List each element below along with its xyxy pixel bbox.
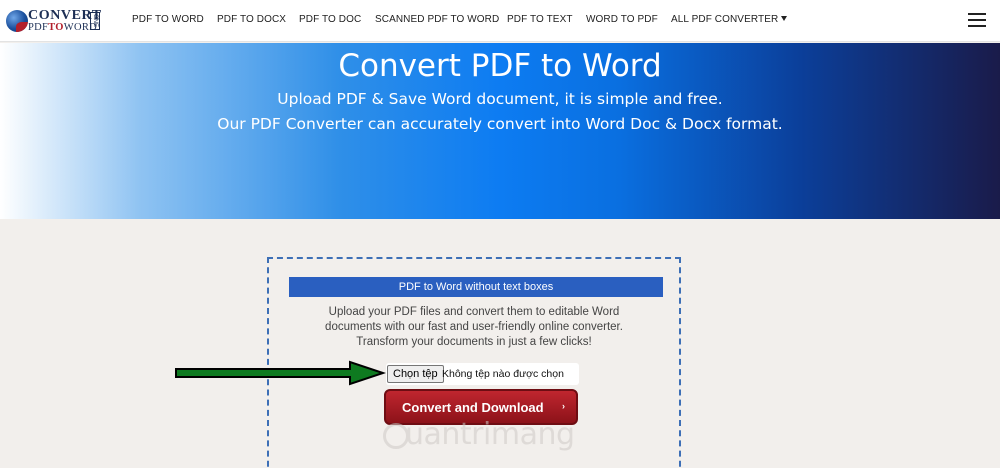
watermark-text: uantrimang (405, 417, 575, 452)
hero-banner: Convert PDF to Word Upload PDF & Save Wo… (0, 43, 1000, 219)
chevron-right-icon: › (562, 401, 565, 411)
nav-item-pdf-to-word[interactable]: PDF TO WORD (132, 14, 204, 25)
logo-text-pdftoword: PDFTOWORD (28, 22, 98, 33)
choose-file-button[interactable]: Chọn tệp (387, 365, 444, 383)
nav-item-all-pdf-converter-label: ALL PDF CONVERTER (671, 14, 779, 25)
watermark: uantrimang (383, 417, 583, 457)
converter-header: PDF to Word without text boxes (289, 277, 663, 297)
top-navbar: CONVERT PDFTOWORD ONE PDF TO WORD PDF TO… (0, 0, 1000, 42)
caret-down-icon (781, 16, 788, 21)
nav-item-all-pdf-converter[interactable]: ALL PDF CONVERTER (671, 14, 788, 25)
nav-item-word-to-pdf[interactable]: WORD TO PDF (586, 14, 658, 25)
converter-description-line-3: Transform your documents in just a few c… (356, 336, 592, 348)
page-title: Convert PDF to Word (338, 48, 662, 84)
hamburger-menu-icon[interactable] (968, 12, 986, 28)
converter-description-line-1: Upload your PDF files and convert them t… (328, 306, 620, 318)
nav-item-scanned-pdf-to-word[interactable]: SCANNED PDF TO WORD (375, 14, 499, 25)
nav-item-pdf-to-doc[interactable]: PDF TO DOC (299, 14, 361, 25)
converter-description: Upload your PDF files and convert them t… (269, 305, 679, 350)
converter-description-line-2: documents with our fast and user-friendl… (325, 321, 623, 333)
green-arrow-annotation-icon (175, 360, 386, 386)
file-status-text: Không tệp nào được chọn (442, 368, 564, 380)
logo-globe-icon (6, 10, 28, 32)
site-logo[interactable]: CONVERT PDFTOWORD ONE (6, 6, 101, 36)
file-input[interactable]: Chọn tệp Không tệp nào được chọn (386, 363, 579, 385)
nav-item-pdf-to-text[interactable]: PDF TO TEXT (507, 14, 573, 25)
convert-button-label: Convert and Download (402, 400, 544, 415)
hero-subtitle-1: Upload PDF & Save Word document, it is s… (277, 90, 723, 108)
nav-item-pdf-to-docx[interactable]: PDF TO DOCX (217, 14, 286, 25)
logo-badge: ONE (90, 12, 100, 30)
hero-subtitle-2: Our PDF Converter can accurately convert… (217, 115, 783, 133)
